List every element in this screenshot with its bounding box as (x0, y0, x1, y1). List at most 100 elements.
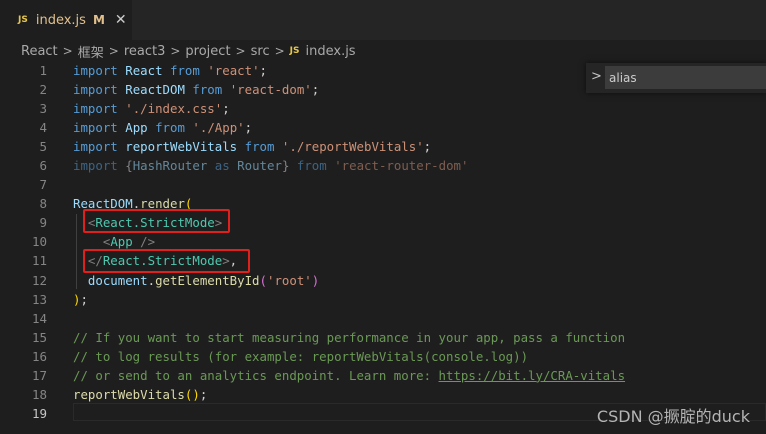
keyword: from (244, 139, 275, 155)
jsx-tag: App (110, 234, 133, 250)
chevron-right-icon[interactable]: > (591, 69, 602, 84)
line-number: 5 (39, 139, 47, 155)
string: 'react-router-dom' (334, 158, 469, 174)
chevron-right-icon: > (235, 44, 246, 58)
punctuation: ; (244, 120, 253, 136)
comment-link[interactable]: https://bit.ly/CRA-vitals (439, 368, 626, 383)
punctuation: ; (80, 291, 88, 307)
string: './index.css' (125, 101, 223, 117)
code-line-4[interactable]: import App from './App'; (73, 118, 763, 137)
line-number: 1 (39, 63, 47, 78)
find-input[interactable] (605, 66, 766, 89)
paren: ( (259, 272, 267, 288)
line-number: 2 (39, 82, 47, 98)
keyword: import (73, 101, 118, 117)
identifier: Router (237, 158, 282, 174)
keyword: from (192, 82, 223, 98)
code-line-18[interactable]: reportWebVitals(); (73, 385, 763, 404)
breadcrumb-item-src[interactable]: src (251, 44, 270, 59)
breadcrumb: React > 框架 > react3 > project > src > JS… (0, 40, 766, 62)
line-number: 10 (31, 234, 47, 250)
punctuation: ; (311, 82, 320, 98)
punctuation: . (147, 272, 156, 288)
comment: // or send to an analytics endpoint. Lea… (73, 367, 439, 383)
chevron-right-icon: > (62, 44, 73, 58)
code-line-12[interactable]: document.getElementById('root') (73, 271, 763, 290)
string: './App' (192, 120, 245, 136)
keyword: import (73, 158, 118, 174)
line-number: 3 (39, 101, 47, 117)
identifier: App (125, 120, 148, 136)
identifier: document (87, 272, 148, 288)
javascript-file-icon: JS (289, 46, 300, 56)
chevron-right-icon: > (108, 44, 119, 58)
line-number: 13 (31, 291, 47, 307)
paren: ) (192, 386, 200, 402)
punctuation: ; (222, 101, 230, 117)
code-line-15-comment[interactable]: // If you want to start measuring perfor… (73, 328, 763, 347)
line-number: 16 (31, 348, 47, 364)
line-number: 7 (39, 177, 47, 193)
keyword: import (73, 63, 118, 78)
line-number: 8 (39, 196, 47, 212)
line-number: 4 (39, 120, 47, 136)
string: 'react-dom' (229, 82, 312, 98)
string: 'react' (207, 63, 260, 78)
brace: { (125, 158, 133, 174)
function-name: reportWebVitals (73, 386, 185, 402)
keyword: import (73, 82, 118, 98)
line-number: 6 (39, 158, 47, 174)
javascript-file-icon: JS (18, 15, 28, 25)
identifier: React (125, 63, 163, 78)
code-line-16-comment[interactable]: // to log results (for example: reportWe… (73, 347, 763, 366)
keyword: import (73, 139, 118, 155)
line-number: 11 (31, 253, 47, 269)
tab-filename: index.js (35, 12, 86, 28)
keyword: from (155, 120, 185, 136)
code-line-14[interactable] (73, 309, 763, 328)
breadcrumb-item-react[interactable]: React (21, 44, 58, 59)
identifier: ReactDOM (125, 82, 185, 98)
tab-index-js[interactable]: JS index.js M ✕ (0, 0, 132, 40)
code-line-3[interactable]: import './index.css'; (73, 99, 763, 118)
identifier: HashRouter (132, 158, 208, 174)
breadcrumb-item-file[interactable]: index.js (306, 44, 356, 59)
chevron-right-icon: > (274, 44, 285, 58)
annotation-box-open-tag (83, 209, 230, 233)
paren: ) (311, 272, 320, 288)
annotation-box-close-tag (83, 249, 250, 273)
jsx-bracket: /> (132, 234, 156, 250)
line-number-active: 19 (31, 405, 47, 421)
code-line-17-comment[interactable]: // or send to an analytics endpoint. Lea… (73, 366, 763, 385)
code-line-5[interactable]: import reportWebVitals from './reportWeb… (73, 137, 763, 156)
code-line-13[interactable]: ); (73, 290, 763, 309)
keyword: from (296, 158, 327, 174)
line-number: 12 (31, 272, 47, 288)
breadcrumb-item-project[interactable]: project (185, 44, 230, 59)
line-number-gutter: 1 2 3 4 5 6 7 8 9 10 11 12 13 14 15 16 1… (0, 61, 58, 423)
code-line-7[interactable] (73, 175, 763, 194)
breadcrumb-item-react3[interactable]: react3 (124, 44, 166, 59)
watermark: CSDN @撅腚的duck (596, 407, 750, 426)
code-line-6-unused-import[interactable]: import {HashRouter as Router} from 'reac… (73, 156, 763, 175)
keyword: as (214, 158, 230, 174)
vertical-scrollbar[interactable] (752, 94, 766, 434)
close-icon[interactable]: ✕ (115, 12, 127, 28)
punctuation: ; (423, 139, 432, 155)
function-name: getElementById (155, 272, 260, 288)
line-number: 9 (39, 215, 47, 231)
string: './reportWebVitals' (281, 139, 424, 155)
find-widget: > (586, 63, 766, 93)
code-editor[interactable]: import React from 'react'; import ReactD… (73, 61, 763, 423)
line-number: 18 (31, 386, 47, 402)
breadcrumb-item-framework[interactable]: 框架 (78, 42, 104, 61)
